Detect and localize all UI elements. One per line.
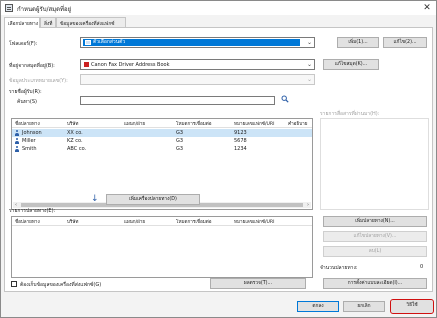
row-number: 9123 [234,130,247,136]
addressbook-type-combo[interactable]: ⌄ [80,74,315,85]
row-name: Johnson [22,130,42,136]
table-row[interactable]: Smith ABC co. G3 1234 [12,145,312,153]
col-number[interactable]: หมายเลขแฟกซ์/URI [234,219,274,226]
row-mode: G3 [176,146,184,152]
list-section-label: รายชื่อผู้รับ(R): [9,89,42,95]
canon-book-icon [84,62,89,67]
tab-settings[interactable]: สิ่งที่ [40,17,56,27]
chevron-down-icon: ⌄ [306,39,312,46]
col-number[interactable]: หมายเลขแฟกซ์/URI [234,121,274,128]
dest-count-value: 0 [420,264,424,270]
row-name: Smith [22,146,37,152]
row-mode: G3 [176,130,184,136]
window-title: กำหนดผู้รับ/สมุดที่อยู่ [17,6,72,13]
contact-icon [14,146,19,152]
store-sender-checkbox[interactable] [11,281,17,287]
row-number: 1234 [234,146,247,152]
help-button[interactable]: วิธีใช้ [390,299,434,314]
contact-icon [14,130,19,136]
dest-list-title: รายการปลายทาง(E): [9,208,56,214]
main-panel: โฟลเดอร์(F): ตัวเลือกส่วนตัว ⌄ เพิ่ม(1).… [4,27,433,292]
search-icon[interactable] [281,95,289,103]
fax-app-icon [5,4,13,12]
addressbook-value: Canon Fax Driver Address Book [84,62,170,68]
row-company: XX co. [67,130,83,136]
new-folder-button[interactable]: เพิ่ม(1)... [337,37,379,48]
col-name[interactable]: ชื่อปลายทาง [15,219,40,226]
destination-list-header: ชื่อปลายทาง บริษัท แผนก/ฝ่าย โหมดการเชื่… [12,217,312,226]
dest-add-button[interactable]: เพิ่มปลายทาง(N)... [323,216,427,227]
addressbook-type-label: ข้อมูลประเภทหมายเลข(Y): [9,78,68,84]
row-mode: G3 [176,138,184,144]
dest-count-label: จำนวนปลายทาง: [320,265,358,271]
history-title: รายการสื่อสารที่ผ่านมา(H): [320,111,380,117]
details-button[interactable]: ผลตรวจ(T)... [210,278,306,289]
scroll-right-icon[interactable]: › [307,202,309,208]
folder-label: โฟลเดอร์(F): [9,41,38,47]
dest-delete-button[interactable]: ลบ(L) [323,246,427,257]
addressbook-settings-button[interactable]: แก้ไขสมุด(K)... [323,59,379,70]
folder-combo[interactable]: ตัวเลือกส่วนตัว ⌄ [80,37,315,48]
addressbook-label: ที่อยู่จากสมุดที่อยู่(B): [9,63,55,69]
tab-select-destination[interactable]: เลือกปลายทาง [4,17,40,28]
close-button[interactable]: ✕ [422,3,432,13]
col-company[interactable]: บริษัท [67,121,78,128]
ok-button[interactable]: ตกลง [297,301,339,312]
tab-sender-info[interactable]: ข้อมูลของเครื่องที่ส่งแฟกซ์ [56,17,126,27]
col-dept[interactable]: แผนก/ฝ่าย [124,121,145,128]
store-sender-label[interactable]: ต้องเก็บข้อมูลของเครื่องที่ส่งแฟกซ์(G) [20,281,101,289]
col-company[interactable]: บริษัท [67,219,78,226]
folder-selected-item: ตัวเลือกส่วนตัว [83,39,300,46]
col-name[interactable]: ชื่อปลายทาง [15,121,40,128]
row-company: KZ co. [67,138,83,144]
table-row[interactable]: Johnson XX co. G3 9123 [12,129,312,137]
dest-edit-button[interactable]: แก้ไขปลายทาง(V)... [323,231,427,242]
col-mode[interactable]: โหมดการเชื่อมต่อ [176,219,212,226]
contact-icon [14,138,19,144]
row-number: 5678 [234,138,247,144]
title-bar: กำหนดผู้รับ/สมุดที่อยู่ ✕ [1,1,436,15]
search-input[interactable] [80,96,275,105]
history-panel [320,118,429,210]
folder-value: ตัวเลือกส่วนตัว [93,39,126,45]
col-mode[interactable]: โหมดการเชื่อมต่อ [176,121,212,128]
arrow-down-icon: ↓ [91,194,99,204]
col-desc[interactable]: คำอธิบาย [288,121,307,128]
row-name: Miller [22,138,36,144]
recipient-list-header: ชื่อปลายทาง บริษัท แผนก/ฝ่าย โหมดการเชื่… [12,119,312,128]
col-dept[interactable]: แผนก/ฝ่าย [124,219,145,226]
cancel-button[interactable]: ยกเลิก [343,301,385,312]
table-row[interactable]: Miller KZ co. G3 5678 [12,137,312,145]
folder-icon [85,40,91,45]
search-label: ค้นหา(S) [17,99,37,105]
destination-list[interactable]: ชื่อปลายทาง บริษัท แผนก/ฝ่าย โหมดการเชื่… [11,216,313,278]
edit-folder-button[interactable]: แก้ไข(2)... [383,37,427,48]
chevron-down-icon: ⌄ [306,61,312,68]
row-company: ABC co. [67,146,87,152]
chevron-down-icon: ⌄ [306,76,312,83]
dialog-window: กำหนดผู้รับ/สมุดที่อยู่ ✕ เลือกปลายทาง ส… [0,0,437,318]
addressbook-combo[interactable]: Canon Fax Driver Address Book ⌄ [80,59,315,70]
advanced-settings-button[interactable]: การตั้งค่าแบบละเอียด(I)... [323,278,427,289]
add-destination-button[interactable]: เพิ่มเครื่องปลายทาง(D) [106,194,200,205]
